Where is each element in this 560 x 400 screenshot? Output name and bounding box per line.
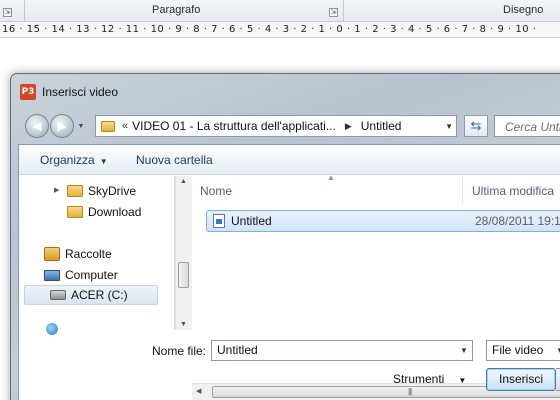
document-area bbox=[0, 38, 560, 73]
organize-button[interactable]: Organizza ▼ bbox=[40, 153, 108, 167]
insert-video-dialog: P3 Inserisci video ◀ ▶ ▼ « VIDEO 01 - La… bbox=[10, 73, 560, 400]
recent-locations-dropdown[interactable]: ▼ bbox=[76, 122, 86, 132]
file-name: Untitled bbox=[231, 214, 272, 228]
library-icon bbox=[44, 247, 60, 261]
sidebar-item-drive-c[interactable]: ACER (C:) bbox=[24, 285, 158, 305]
search-input[interactable]: Cerca Untitled bbox=[494, 115, 560, 137]
sort-ascending-icon: ▲ bbox=[327, 173, 335, 182]
organize-label: Organizza bbox=[40, 153, 95, 167]
command-bar: Organizza ▼ Nuova cartella bbox=[19, 145, 560, 175]
powerpoint-icon: P3 bbox=[20, 84, 36, 100]
paragraph-launcher-icon[interactable]: ⇲ bbox=[329, 8, 338, 17]
insert-options-dropdown[interactable]: ▼ bbox=[556, 368, 560, 391]
video-file-icon bbox=[213, 214, 225, 228]
chevron-down-icon[interactable]: ▼ bbox=[445, 122, 453, 131]
folder-icon bbox=[67, 185, 83, 197]
tools-label: Strumenti bbox=[393, 372, 445, 386]
forward-button[interactable]: ▶ bbox=[50, 114, 74, 138]
network-icon[interactable] bbox=[46, 323, 58, 335]
file-date: 28/08/2011 19:17 bbox=[475, 214, 560, 228]
ribbon: ⇲ Paragrafo ⇲ Disegno bbox=[0, 0, 560, 22]
folder-icon bbox=[67, 206, 83, 218]
tools-menu-button[interactable]: Strumenti ▼ bbox=[393, 372, 466, 386]
new-folder-button[interactable]: Nuova cartella bbox=[136, 153, 213, 167]
sidebar-item-label: SkyDrive bbox=[88, 184, 137, 198]
breadcrumb-item[interactable]: Untitled bbox=[361, 119, 402, 133]
column-header-date[interactable]: Ultima modifica bbox=[472, 176, 554, 204]
chevron-down-icon: ▼ bbox=[99, 157, 108, 166]
sidebar-item-libraries[interactable]: Raccolte bbox=[44, 244, 184, 264]
scroll-up-icon[interactable]: ▲ bbox=[180, 178, 187, 185]
breadcrumb-separator-icon[interactable]: ▶ bbox=[345, 121, 352, 132]
column-header-name[interactable]: Nome bbox=[200, 176, 232, 204]
refresh-button[interactable]: ⇆ bbox=[464, 115, 488, 137]
dialog-title: Inserisci video bbox=[42, 85, 119, 99]
ruler: 16 · 15 · 14 · 13 · 12 · 11 · 10 · 9 · 8… bbox=[0, 22, 560, 38]
scrollbar-thumb[interactable] bbox=[178, 262, 189, 288]
breadcrumb-item[interactable]: VIDEO 01 - La struttura dell'applicati..… bbox=[132, 119, 336, 133]
computer-icon bbox=[44, 269, 60, 281]
file-row[interactable]: Untitled 28/08/2011 19:17 bbox=[206, 210, 560, 232]
address-bar[interactable]: « VIDEO 01 - La struttura dell'applicati… bbox=[95, 115, 457, 137]
dialog-titlebar: P3 Inserisci video bbox=[20, 83, 118, 101]
expand-icon[interactable]: ▶ bbox=[54, 186, 59, 194]
scroll-down-icon[interactable]: ▼ bbox=[180, 321, 187, 328]
navigation-scrollbar[interactable]: ▲ ▼ bbox=[175, 176, 192, 330]
column-divider[interactable] bbox=[462, 176, 463, 204]
ribbon-divider bbox=[24, 0, 25, 22]
file-name-label: Nome file: bbox=[152, 344, 207, 358]
ruler-numbers: 16 · 15 · 14 · 13 · 12 · 11 · 10 · 9 · 8… bbox=[2, 24, 537, 35]
ribbon-divider bbox=[343, 0, 344, 22]
sidebar-item-label: Raccolte bbox=[65, 247, 112, 261]
back-button[interactable]: ◀ bbox=[25, 114, 49, 138]
file-type-select[interactable]: File video bbox=[486, 340, 560, 361]
search-placeholder: Cerca Untitled bbox=[505, 120, 560, 134]
insert-button[interactable]: Inserisci bbox=[486, 368, 556, 391]
dialog-launcher-icon[interactable]: ⇲ bbox=[3, 8, 12, 17]
chevron-down-icon[interactable]: ▼ bbox=[556, 346, 560, 355]
navigation-bar: ◀ ▶ ▼ « VIDEO 01 - La struttura dell'app… bbox=[21, 112, 560, 140]
folder-icon bbox=[101, 120, 115, 132]
sidebar-item-computer[interactable]: Computer bbox=[44, 265, 184, 285]
sidebar-item-label: Computer bbox=[65, 268, 118, 282]
sidebar-item-label: ACER (C:) bbox=[71, 288, 128, 302]
chevron-down-icon: ▼ bbox=[458, 376, 467, 385]
breadcrumb-overflow[interactable]: « bbox=[122, 120, 128, 132]
file-name-input[interactable]: Untitled bbox=[211, 340, 473, 361]
drive-icon bbox=[50, 290, 66, 300]
ribbon-group-drawing: Disegno bbox=[503, 4, 544, 16]
ribbon-group-paragraph: Paragrafo bbox=[152, 4, 201, 16]
navigation-pane: ▶ SkyDrive Download Raccolte Computer AC… bbox=[19, 176, 175, 335]
dialog-footer: Nome file: Untitled ▼ File video ▼ Strum… bbox=[11, 336, 560, 400]
sidebar-item-label: Download bbox=[88, 205, 142, 219]
chevron-down-icon[interactable]: ▼ bbox=[460, 346, 468, 355]
